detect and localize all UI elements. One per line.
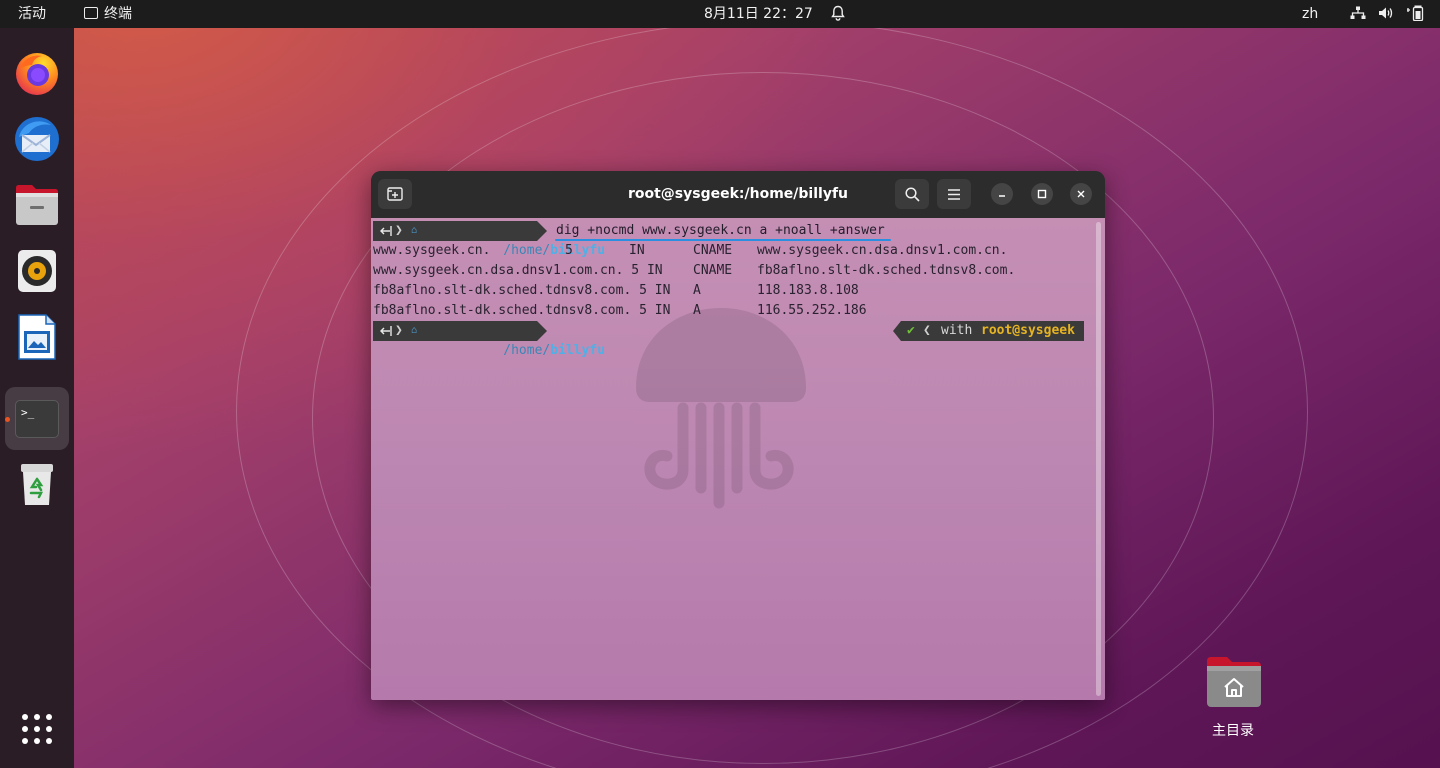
prompt-separator: ❯: [395, 223, 403, 238]
input-method-indicator[interactable]: zh: [1302, 0, 1318, 28]
search-icon: [904, 186, 920, 202]
record-ttl: 5: [639, 283, 647, 298]
record-name: fb8aflno.slt-dk.sched.tdnsv8.com.: [373, 283, 632, 298]
writer-icon: [18, 314, 56, 360]
clock[interactable]: 8月11日 22：27: [704, 0, 846, 28]
record-type: CNAME: [693, 243, 733, 258]
minimize-icon: [999, 195, 1005, 197]
network-icon: [1350, 6, 1366, 19]
writer-launcher[interactable]: [12, 312, 62, 362]
dns-record-row: fb8aflno.slt-dk.sched.tdnsv8.com. 5 IN A 1…: [373, 281, 859, 301]
record-name: www.sysgeek.cn.dsa.dnsv1.com.cn.: [373, 263, 624, 278]
terminal-app-icon: [84, 7, 98, 19]
record-class: IN: [654, 283, 671, 298]
running-indicator: [5, 417, 10, 422]
prompt-segment: ❯ ⌂ /home/billyfu: [373, 221, 605, 258]
prompt-end-arrow: [537, 221, 547, 241]
record-ttl: 5: [639, 303, 647, 318]
jellyfish-watermark-icon: [636, 308, 806, 509]
maximize-icon: [1037, 189, 1047, 199]
thunderbird-icon: [15, 117, 59, 161]
search-button[interactable]: [895, 179, 929, 209]
battery-icon: [1405, 5, 1424, 22]
prompt-separator: ❮: [923, 323, 931, 338]
command-text: dig +nocmd www.sysgeek.cn a +noall +answ…: [556, 223, 885, 238]
record-class: IN: [629, 243, 645, 258]
prompt-arrow-icon: [380, 326, 392, 336]
app-grid-icon: [22, 714, 52, 744]
terminal-launcher[interactable]: >_: [12, 394, 62, 444]
files-icon: [16, 185, 58, 225]
desktop: 活动 终端 8月11日 22：27 zh >_ 主目录 root@sysgeek…: [0, 0, 1440, 768]
home-folder-desktop-icon[interactable]: [1206, 656, 1262, 708]
clock-text: 8月11日 22：27: [704, 6, 813, 22]
app-name: 终端: [104, 6, 132, 22]
dns-record-row: www.sysgeek.cn. 5 IN CNAME www.sysgeek.cn.ds…: [373, 241, 1007, 261]
prompt-path-dir: /home/: [503, 243, 551, 258]
hamburger-icon: [948, 188, 960, 200]
terminal-content[interactable]: ❯ ⌂ /home/billyfu dig +nocmd www.sysgeek…: [371, 218, 1105, 700]
dns-record-row: www.sysgeek.cn.dsa.dnsv1.com.cn. 5 IN CNA…: [373, 261, 1015, 281]
check-icon: ✔: [907, 323, 915, 338]
window-titlebar[interactable]: root@sysgeek:/home/billyfu: [371, 171, 1105, 218]
prompt-separator: ❯: [395, 323, 403, 338]
home-folder-label: 主目录: [1212, 723, 1254, 739]
record-class: IN: [654, 303, 671, 318]
prompt-end-arrow: [537, 321, 547, 341]
dns-record-row: fb8aflno.slt-dk.sched.tdnsv8.com. 5 IN A 1…: [373, 301, 867, 321]
trash-launcher[interactable]: [12, 460, 62, 510]
record-data: 118.183.8.108: [757, 283, 859, 298]
volume-icon: [1379, 7, 1393, 19]
record-name: www.sysgeek.cn.: [373, 243, 491, 258]
record-type: CNAME: [693, 263, 733, 278]
record-data: 116.55.252.186: [757, 303, 867, 318]
prompt-path-user: billyfu: [550, 243, 606, 258]
show-apps-button[interactable]: [12, 704, 62, 754]
home-icon: ⌂: [411, 325, 418, 336]
home-folder-icon: [1207, 657, 1261, 707]
record-class: IN: [646, 263, 663, 278]
record-name: fb8aflno.slt-dk.sched.tdnsv8.com.: [373, 303, 632, 318]
rhythmbox-launcher[interactable]: [12, 246, 62, 296]
menu-button[interactable]: [937, 179, 971, 209]
app-menu[interactable]: 终端: [84, 0, 132, 28]
record-type: A: [693, 283, 701, 298]
record-data: fb8aflno.slt-dk.sched.tdnsv8.com.: [757, 263, 1016, 278]
record-ttl: 5: [565, 243, 573, 258]
trash-icon: [21, 464, 53, 505]
close-icon: [1077, 190, 1085, 198]
prompt-arrow-icon: [380, 226, 392, 236]
terminal-glyph: >_: [21, 406, 35, 419]
top-bar: 活动 终端 8月11日 22：27 zh: [0, 0, 1440, 28]
maximize-button[interactable]: [1031, 183, 1053, 205]
prompt-path-user: billyfu: [550, 343, 606, 358]
home-icon: ⌂: [411, 225, 418, 236]
prompt-path-dir: /home/: [503, 343, 551, 358]
files-launcher[interactable]: [12, 180, 62, 230]
dock: >_: [0, 28, 74, 768]
system-menu[interactable]: [1350, 0, 1427, 28]
right-prompt-with: with: [941, 323, 973, 338]
firefox-launcher[interactable]: [12, 48, 62, 98]
terminal-window[interactable]: root@sysgeek:/home/billyfu ❯ ⌂ /home/bil…: [371, 171, 1105, 700]
close-button[interactable]: [1070, 183, 1092, 205]
rhythmbox-icon: [18, 250, 56, 292]
record-ttl: 5: [631, 263, 640, 278]
record-type: A: [693, 303, 701, 318]
terminal-scrollbar[interactable]: [1096, 222, 1101, 696]
terminal-icon: >_: [15, 400, 59, 438]
prompt-segment: ❯ ⌂ /home/billyfu: [373, 321, 605, 358]
prompt-start-arrow: [893, 321, 901, 341]
minimize-button[interactable]: [991, 183, 1013, 205]
thunderbird-launcher[interactable]: [12, 114, 62, 164]
right-prompt-user: root@sysgeek: [981, 323, 1075, 338]
record-data: www.sysgeek.cn.dsa.dnsv1.com.cn.: [757, 243, 1008, 258]
alarm-icon: [831, 5, 846, 21]
right-prompt: ✔ ❮ with root@sysgeek: [893, 321, 1084, 341]
firefox-icon: [16, 53, 58, 95]
activities-button[interactable]: 活动: [18, 0, 46, 28]
